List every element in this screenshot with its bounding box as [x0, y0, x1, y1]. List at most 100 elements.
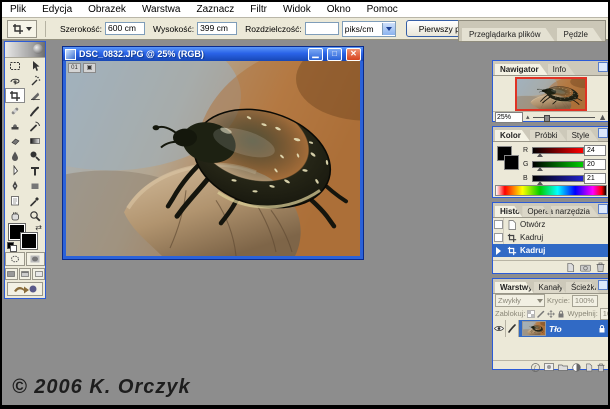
- navigator-thumbnail[interactable]: [515, 77, 587, 111]
- tab-operacje[interactable]: Operacje: [522, 206, 551, 217]
- navigator-zoom-input[interactable]: 25%: [495, 112, 523, 123]
- standard-screen-button[interactable]: [5, 268, 18, 280]
- slider-marker[interactable]: [537, 181, 543, 185]
- lock-all-icon[interactable]: [557, 309, 565, 318]
- default-colors-icon[interactable]: [7, 242, 16, 250]
- layer-row-background[interactable]: Tło: [493, 320, 608, 337]
- blue-value-input[interactable]: 21: [584, 173, 606, 184]
- background-color-swatch[interactable]: [504, 155, 519, 170]
- lock-transparency-icon[interactable]: [527, 309, 535, 318]
- background-color-swatch[interactable]: [21, 233, 37, 249]
- green-value-input[interactable]: 20: [584, 159, 606, 170]
- pen-tool[interactable]: [5, 178, 25, 193]
- history-source-checkbox[interactable]: [493, 218, 504, 231]
- menu-plik[interactable]: Plik: [2, 4, 34, 15]
- lock-move-icon[interactable]: [547, 309, 555, 318]
- menu-obrazek[interactable]: Obrazek: [80, 4, 134, 15]
- brush-tool[interactable]: [25, 103, 45, 118]
- resolution-unit-select[interactable]: piks/cm: [342, 21, 396, 37]
- blue-slider[interactable]: [532, 175, 584, 182]
- healing-brush-tool[interactable]: [5, 103, 25, 118]
- layer-mask-icon[interactable]: [544, 363, 554, 371]
- history-state-pointer[interactable]: [493, 244, 504, 257]
- slider-marker[interactable]: [537, 153, 543, 157]
- color-spectrum-ramp[interactable]: [495, 185, 607, 196]
- eraser-tool[interactable]: [5, 133, 25, 148]
- swap-colors-icon[interactable]: ⇄: [35, 223, 42, 232]
- dropdown-arrow-icon[interactable]: [382, 23, 395, 35]
- menu-edycja[interactable]: Edycja: [34, 4, 80, 15]
- gradient-tool[interactable]: [25, 133, 45, 148]
- slice-tool[interactable]: [25, 88, 45, 103]
- canvas-area[interactable]: 01 ▣: [66, 61, 360, 256]
- palette-collapse-button[interactable]: [598, 128, 608, 138]
- menu-warstwa[interactable]: Warstwa: [134, 4, 189, 15]
- height-input[interactable]: 399 cm: [197, 22, 237, 35]
- zoom-out-icon[interactable]: ▴: [526, 113, 530, 122]
- new-layer-icon[interactable]: [585, 363, 593, 372]
- layer-thumbnail[interactable]: [522, 321, 546, 336]
- clone-stamp-tool[interactable]: [5, 118, 25, 133]
- path-select-tool[interactable]: [5, 163, 25, 178]
- menu-zaznacz[interactable]: Zaznacz: [188, 4, 242, 15]
- magic-wand-tool[interactable]: [25, 73, 45, 88]
- dodge-tool[interactable]: [25, 148, 45, 163]
- new-snapshot-icon[interactable]: [580, 263, 591, 272]
- red-slider[interactable]: [532, 147, 584, 154]
- tab-warstwy[interactable]: Warstwy: [495, 282, 534, 293]
- tab-nawigator[interactable]: Nawigator: [495, 64, 548, 75]
- zoom-in-icon[interactable]: ▲: [598, 113, 607, 122]
- imageready-button[interactable]: [7, 282, 43, 296]
- quick-mask-button[interactable]: [26, 252, 46, 266]
- tab-kanaly[interactable]: Kanały: [534, 282, 566, 293]
- tab-info[interactable]: Info: [548, 64, 575, 75]
- history-brush-tool[interactable]: [25, 118, 45, 133]
- width-input[interactable]: 600 cm: [105, 22, 145, 35]
- menu-filtr[interactable]: Filtr: [242, 4, 275, 15]
- adobe-online-icon[interactable]: [33, 44, 43, 54]
- document-title-bar[interactable]: DSC_0832.JPG @ 25% (RGB) ▁ □ ✕: [63, 47, 363, 61]
- tab-brushes[interactable]: Pędzle: [557, 28, 602, 41]
- blend-mode-select[interactable]: Zwykły: [495, 294, 545, 307]
- palette-collapse-button[interactable]: [598, 62, 608, 72]
- palette-collapse-button[interactable]: [598, 280, 608, 290]
- lasso-tool[interactable]: [5, 73, 25, 88]
- maximize-button[interactable]: □: [327, 48, 342, 61]
- zoom-slider[interactable]: [533, 117, 596, 118]
- lock-paint-icon[interactable]: [537, 309, 545, 318]
- green-slider[interactable]: [532, 161, 584, 168]
- menu-widok[interactable]: Widok: [275, 4, 319, 15]
- palette-collapse-button[interactable]: [598, 204, 608, 214]
- standard-mode-button[interactable]: [5, 252, 25, 266]
- minimize-button[interactable]: ▁: [308, 48, 323, 61]
- tab-sciezki[interactable]: Ścieżki: [566, 282, 599, 293]
- tab-kolor[interactable]: Kolor: [495, 130, 530, 141]
- crop-tool[interactable]: [5, 88, 25, 103]
- layer-group-icon[interactable]: [558, 363, 568, 371]
- document-window[interactable]: DSC_0832.JPG @ 25% (RGB) ▁ □ ✕ 01 ▣: [62, 46, 364, 260]
- trash-icon[interactable]: [597, 363, 605, 372]
- history-source-checkbox[interactable]: [493, 231, 504, 244]
- close-button[interactable]: ✕: [346, 48, 361, 61]
- slider-marker[interactable]: [537, 167, 543, 171]
- history-state-crop1[interactable]: Kadruj: [493, 231, 608, 244]
- toolbox-header[interactable]: [5, 42, 45, 58]
- new-document-from-state-icon[interactable]: [566, 263, 575, 272]
- layer-visibility-toggle[interactable]: [493, 320, 506, 337]
- type-tool[interactable]: [25, 163, 45, 178]
- shape-tool[interactable]: [25, 178, 45, 193]
- menu-okno[interactable]: Okno: [319, 4, 359, 15]
- hand-tool[interactable]: [5, 208, 25, 223]
- zoom-tool[interactable]: [25, 208, 45, 223]
- marquee-tool[interactable]: [5, 58, 25, 73]
- layer-style-icon[interactable]: f: [531, 363, 540, 372]
- tab-style[interactable]: Style: [567, 130, 599, 141]
- tab-probki[interactable]: Próbki: [530, 130, 567, 141]
- opacity-input[interactable]: 100%: [572, 295, 598, 307]
- fullscreen-button[interactable]: [32, 268, 45, 280]
- history-state-open[interactable]: Otwórz: [493, 218, 608, 231]
- move-tool[interactable]: [25, 58, 45, 73]
- zoom-slider-thumb[interactable]: [544, 115, 550, 122]
- fullscreen-menu-button[interactable]: [19, 268, 32, 280]
- menu-pomoc[interactable]: Pomoc: [359, 4, 406, 15]
